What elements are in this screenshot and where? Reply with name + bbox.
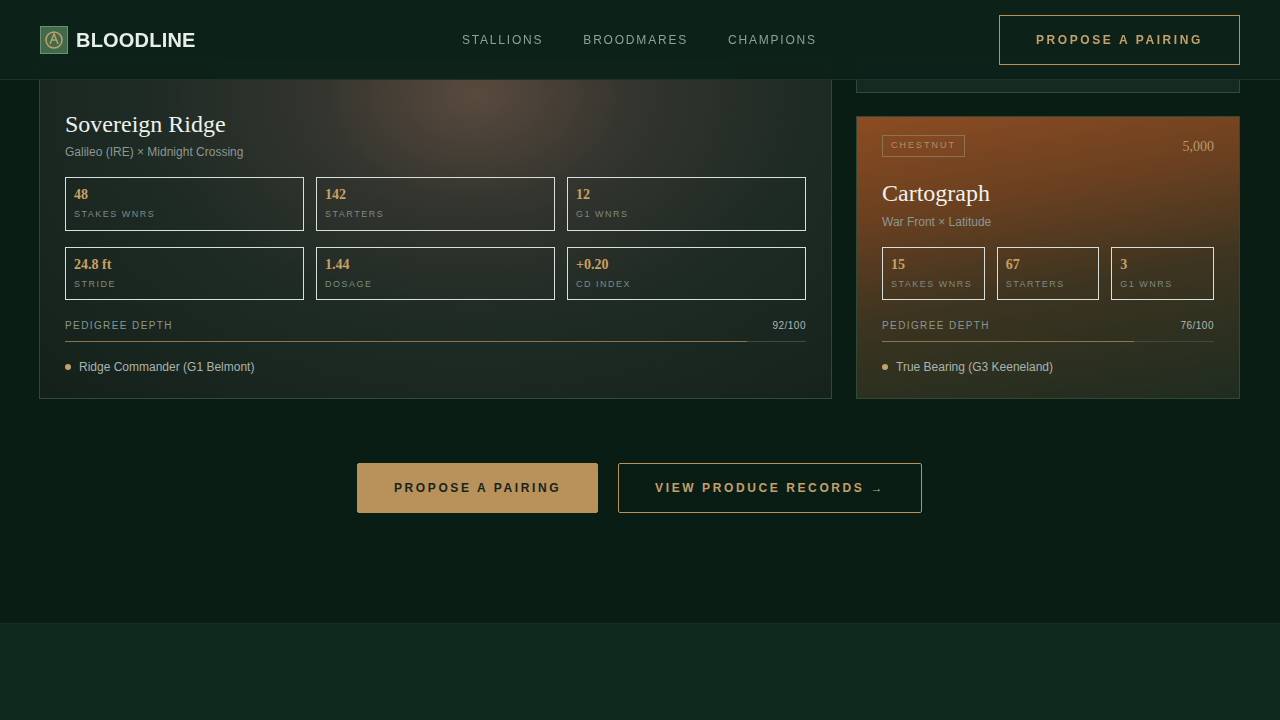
nav-link[interactable]: STALLIONS: [462, 31, 543, 49]
stat-box: 142 STARTERS: [316, 177, 555, 230]
stat-box: 3 G1 WNRS: [1111, 247, 1214, 300]
stat-value: +0.20: [576, 257, 797, 274]
bullet-icon: [65, 364, 71, 370]
depth-label: PEDIGREE DEPTH: [65, 318, 173, 333]
stat-box: 1.44 DOSAGE: [316, 247, 555, 300]
stat-box: 24.8 ft STRIDE: [65, 247, 304, 300]
top-nav: BLOODLINE STALLIONS BROODMARES CHAMPIONS P…: [0, 0, 1280, 80]
stat-label: DOSAGE: [325, 278, 546, 292]
propose-pairing-button[interactable]: PROPOSE A PAIRING: [357, 463, 598, 513]
depth-reading: 76/100: [1180, 318, 1214, 333]
stat-value: 24.8 ft: [74, 257, 295, 274]
card-header-row: CHESTNUT 5,000: [882, 135, 1214, 157]
stat-label: STRIDE: [74, 278, 295, 292]
stat-label: STAKES WNRS: [74, 208, 295, 222]
depth-track: [882, 341, 1214, 342]
stat-box: +0.20 CD INDEX: [567, 247, 806, 300]
crest-icon: [40, 26, 68, 54]
stat-label: G1 WNRS: [576, 208, 797, 222]
stat-label: G1 WNRS: [1120, 278, 1205, 292]
progeny-name: Ridge Commander (G1 Belmont): [79, 358, 254, 376]
depth-reading: 92/100: [772, 318, 806, 333]
brand-name[interactable]: BLOODLINE: [76, 25, 196, 55]
notable-progeny: Ridge Commander (G1 Belmont): [65, 358, 806, 376]
depth-fill: [65, 341, 747, 342]
depth-label: PEDIGREE DEPTH: [882, 318, 990, 333]
bullet-icon: [882, 364, 888, 370]
depth-fill: [882, 341, 1134, 342]
pedigree-depth: PEDIGREE DEPTH 92/100: [65, 318, 806, 333]
depth-track: [65, 341, 806, 342]
stat-value: 3: [1120, 257, 1205, 274]
progeny-item: True Bearing (G3 Keeneland): [882, 358, 1214, 376]
stat-value: 142: [325, 187, 546, 204]
stat-label: STAKES WNRS: [891, 278, 976, 292]
brand[interactable]: BLOODLINE: [40, 25, 400, 55]
progeny-item: Ridge Commander (G1 Belmont): [65, 358, 806, 376]
coat-badge: CHESTNUT: [882, 135, 965, 157]
stat-value: 15: [891, 257, 976, 274]
stat-value: 67: [1006, 257, 1091, 274]
footer-band: [0, 623, 1280, 720]
stallion-name[interactable]: Cartograph: [882, 179, 1214, 208]
nav-link[interactable]: BROODMARES: [583, 31, 688, 49]
stallion-card[interactable]: CHESTNUT 5,000 Cartograph War Front × Latit…: [856, 116, 1240, 399]
stallion-pedigree: Galileo (IRE) × Midnight Crossing: [65, 143, 806, 161]
stat-value: 12: [576, 187, 797, 204]
stallion-card[interactable]: Sovereign Ridge Galileo (IRE) × Midnight …: [39, 60, 832, 399]
produce-records-button[interactable]: VIEW PRODUCE RECORDS →: [618, 463, 922, 513]
stat-box: 12 G1 WNRS: [567, 177, 806, 230]
nav-link[interactable]: CHAMPIONS: [728, 31, 817, 49]
propose-pairing-button[interactable]: PROPOSE A PAIRING: [999, 15, 1240, 65]
stat-label: CD INDEX: [576, 278, 797, 292]
stat-value: 1.44: [325, 257, 546, 274]
stats-grid: 15 STAKES WNRS 67 STARTERS 3 G1 WNRS: [882, 247, 1214, 300]
stat-box: 15 STAKES WNRS: [882, 247, 985, 300]
stud-fee: 5,000: [1183, 136, 1215, 157]
stat-box: 67 STARTERS: [997, 247, 1100, 300]
stallion-name[interactable]: Sovereign Ridge: [65, 110, 806, 139]
notable-progeny: True Bearing (G3 Keeneland): [882, 358, 1214, 376]
stats-grid: 48 STAKES WNRS 142 STARTERS 12 G1 WNRS 24.8 ft…: [65, 177, 806, 300]
stallion-pedigree: War Front × Latitude: [882, 213, 1214, 231]
stat-label: STARTERS: [1006, 278, 1091, 292]
stat-value: 48: [74, 187, 295, 204]
pedigree-depth: PEDIGREE DEPTH 76/100: [882, 318, 1214, 333]
progeny-name: True Bearing (G3 Keeneland): [896, 358, 1053, 376]
stat-label: STARTERS: [325, 208, 546, 222]
stat-box: 48 STAKES WNRS: [65, 177, 304, 230]
